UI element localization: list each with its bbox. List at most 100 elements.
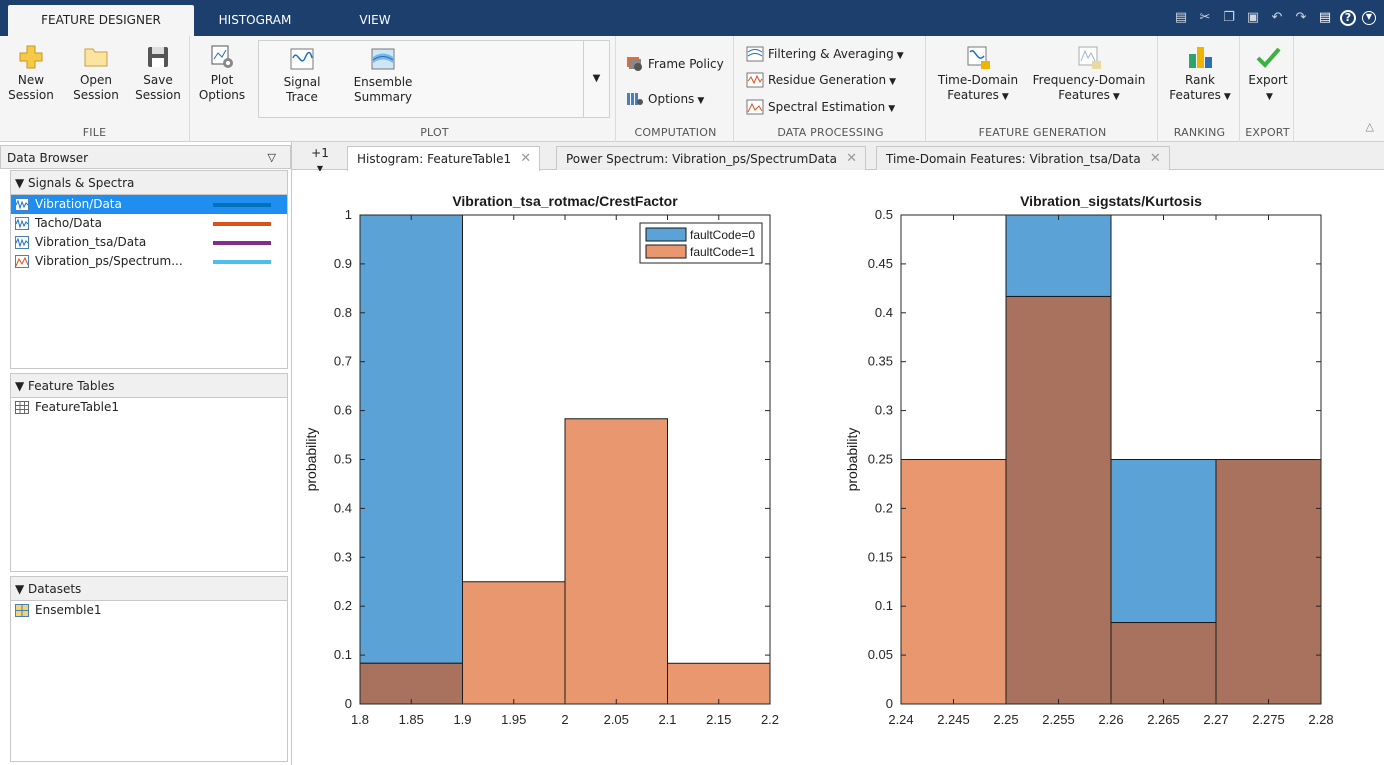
new-session-button[interactable]: New Session [6, 44, 56, 103]
y-tick-label: 0.5 [875, 207, 893, 222]
document-tab-bar: +1 ▼ Histogram: FeatureTable1 ✕ Power Spec… [292, 142, 1384, 173]
signal-color-swatch [213, 260, 271, 264]
datasets-section: ▼ Datasets Ensemble1 [10, 576, 288, 762]
x-tick-label: 1.85 [399, 712, 424, 727]
frame-policy-button[interactable]: Frame Policy [626, 54, 724, 74]
redo-icon[interactable]: ↷ [1292, 9, 1310, 27]
bar-faultcode-1 [462, 581, 566, 705]
panel-menu-icon[interactable]: ▽ [268, 146, 276, 170]
filtering-averaging-button[interactable]: Filtering & Averaging ▼ [746, 44, 904, 64]
tab-view[interactable]: VIEW [316, 5, 434, 36]
x-tick-label: 2.265 [1147, 712, 1180, 727]
cut-icon[interactable]: ✂ [1196, 9, 1214, 27]
y-tick-label: 0.4 [334, 500, 352, 515]
export-button[interactable]: Export ▼ [1246, 44, 1290, 105]
top-tab-bar: FEATURE DESIGNER HISTOGRAM VIEW ▤ ✂ ❐ ▣ … [0, 0, 1384, 36]
time-domain-features-button[interactable]: Time-Domain Features ▼ [932, 44, 1024, 105]
options-dropdown[interactable]: Options ▼ [626, 89, 704, 109]
close-icon[interactable]: ✕ [846, 147, 857, 171]
bar-faultcode-0 [359, 214, 463, 664]
gallery-expand-button[interactable]: ▼ [583, 41, 609, 117]
frequency-domain-features-button[interactable]: Frequency-Domain Features ▼ [1026, 44, 1152, 105]
chevron-down-icon: ▼ [896, 51, 904, 61]
x-tick-label: 2.15 [706, 712, 731, 727]
x-tick-label: 2.25 [993, 712, 1018, 727]
ensemble-icon [15, 604, 29, 617]
x-tick-label: 2.26 [1098, 712, 1123, 727]
tab-histogram[interactable]: HISTOGRAM [196, 5, 314, 36]
x-tick-label: 2.2 [761, 712, 779, 727]
signal-item[interactable]: Vibration_tsa/Data [11, 233, 287, 252]
y-tick-label: 0.3 [334, 549, 352, 564]
y-tick-label: 0.15 [868, 549, 893, 564]
y-tick-label: 0.35 [868, 354, 893, 369]
help-icon[interactable]: ? [1340, 10, 1356, 26]
plot-options-icon [211, 45, 233, 68]
y-tick-label: 0.25 [868, 452, 893, 467]
chevron-down-icon: ▼ [1001, 92, 1009, 102]
close-icon[interactable]: ✕ [520, 147, 531, 171]
close-icon[interactable]: ✕ [1150, 147, 1161, 171]
y-tick-label: 0.8 [334, 305, 352, 320]
chevron-down-icon: ▼ [1112, 92, 1120, 102]
y-tick-label: 0.7 [334, 354, 352, 369]
rank-features-icon [1189, 47, 1212, 68]
layout-icon[interactable]: ▤ [1316, 9, 1334, 27]
signal-icon [15, 198, 29, 211]
y-tick-label: 1 [345, 207, 352, 222]
x-tick-label: 2.255 [1042, 712, 1075, 727]
table-icon [15, 401, 29, 414]
chevron-down-icon: ▼ [888, 104, 896, 114]
legend-swatch [645, 244, 687, 259]
tab-feature-designer[interactable]: FEATURE DESIGNER [8, 5, 194, 36]
y-tick-label: 0.3 [875, 403, 893, 418]
frequency-domain-icon [1078, 46, 1101, 69]
signal-item[interactable]: Vibration_ps/Spectrum... [11, 252, 287, 271]
y-tick-label: 0.6 [334, 403, 352, 418]
tab-overflow-button[interactable]: +1 ▼ [300, 146, 340, 173]
legend-entry: faultCode=0 [690, 228, 755, 242]
rank-features-button[interactable]: Rank Features ▼ [1166, 44, 1234, 105]
chevron-down-icon: ▼ [1266, 92, 1273, 102]
tab-histogram-featuretable[interactable]: Histogram: FeatureTable1 ✕ [347, 146, 541, 171]
signal-color-swatch [213, 241, 271, 245]
plot-group: Signal Trace Ensemble Summary ▼ PLOT [254, 36, 616, 142]
plot-options-button[interactable]: Plot Options [194, 44, 250, 103]
feature-table-item[interactable]: FeatureTable1 [11, 398, 287, 417]
y-tick-label: 0.05 [868, 647, 893, 662]
options-icon [627, 93, 643, 105]
tab-power-spectrum[interactable]: Power Spectrum: Vibration_ps/SpectrumDat… [556, 146, 866, 170]
copy-icon[interactable]: ❐ [1220, 9, 1238, 27]
x-tick-label: 2.275 [1252, 712, 1285, 727]
bar-overlap [1110, 622, 1217, 705]
signal-item[interactable]: Tacho/Data [11, 214, 287, 233]
bar-overlap [1005, 295, 1112, 705]
datasets-header[interactable]: ▼ Datasets [11, 577, 287, 601]
feature-tables-header[interactable]: ▼ Feature Tables [11, 374, 287, 398]
x-tick-label: 2.05 [604, 712, 629, 727]
residue-generation-button[interactable]: Residue Generation ▼ [746, 70, 896, 90]
undo-icon[interactable]: ↶ [1268, 9, 1286, 27]
save-icon[interactable]: ▤ [1172, 9, 1190, 27]
x-tick-label: 1.9 [453, 712, 471, 727]
signal-trace-icon [290, 48, 314, 70]
save-session-button[interactable]: Save Session [132, 44, 184, 103]
crestfactor-histogram: 1.8 1.85 1.9 1.95 2 2.05 2.1 2.15 2.2 0 0.1 0.2 0.3 0… [303, 193, 779, 727]
signals-header[interactable]: ▼ Signals & Spectra [11, 171, 287, 195]
paste-icon[interactable]: ▣ [1244, 9, 1262, 27]
y-tick-label: 0.1 [875, 598, 893, 613]
kurtosis-histogram: 2.24 2.245 2.25 2.255 2.26 2.265 2.27 2.275 2.28… [844, 193, 1334, 727]
signal-item[interactable]: Vibration/Data [11, 195, 287, 214]
collapse-ribbon-icon[interactable]: △ [1366, 120, 1374, 133]
expand-icon[interactable]: ▼ [1362, 11, 1376, 25]
tab-time-domain-features[interactable]: Time-Domain Features: Vibration_tsa/Data… [876, 146, 1170, 170]
signal-trace-button[interactable]: Signal Trace [269, 46, 335, 105]
open-session-button[interactable]: Open Session [70, 44, 122, 103]
feature-generation-group: Time-Domain Features ▼ Frequency-Domain Fea… [928, 36, 1158, 142]
ensemble-summary-button[interactable]: Ensemble Summary [345, 46, 421, 105]
file-group-label: FILE [82, 126, 107, 139]
y-axis-label: probability [844, 428, 860, 492]
dataset-item[interactable]: Ensemble1 [11, 601, 287, 620]
legend-swatch [645, 227, 687, 242]
spectral-estimation-button[interactable]: Spectral Estimation ▼ [746, 97, 895, 117]
